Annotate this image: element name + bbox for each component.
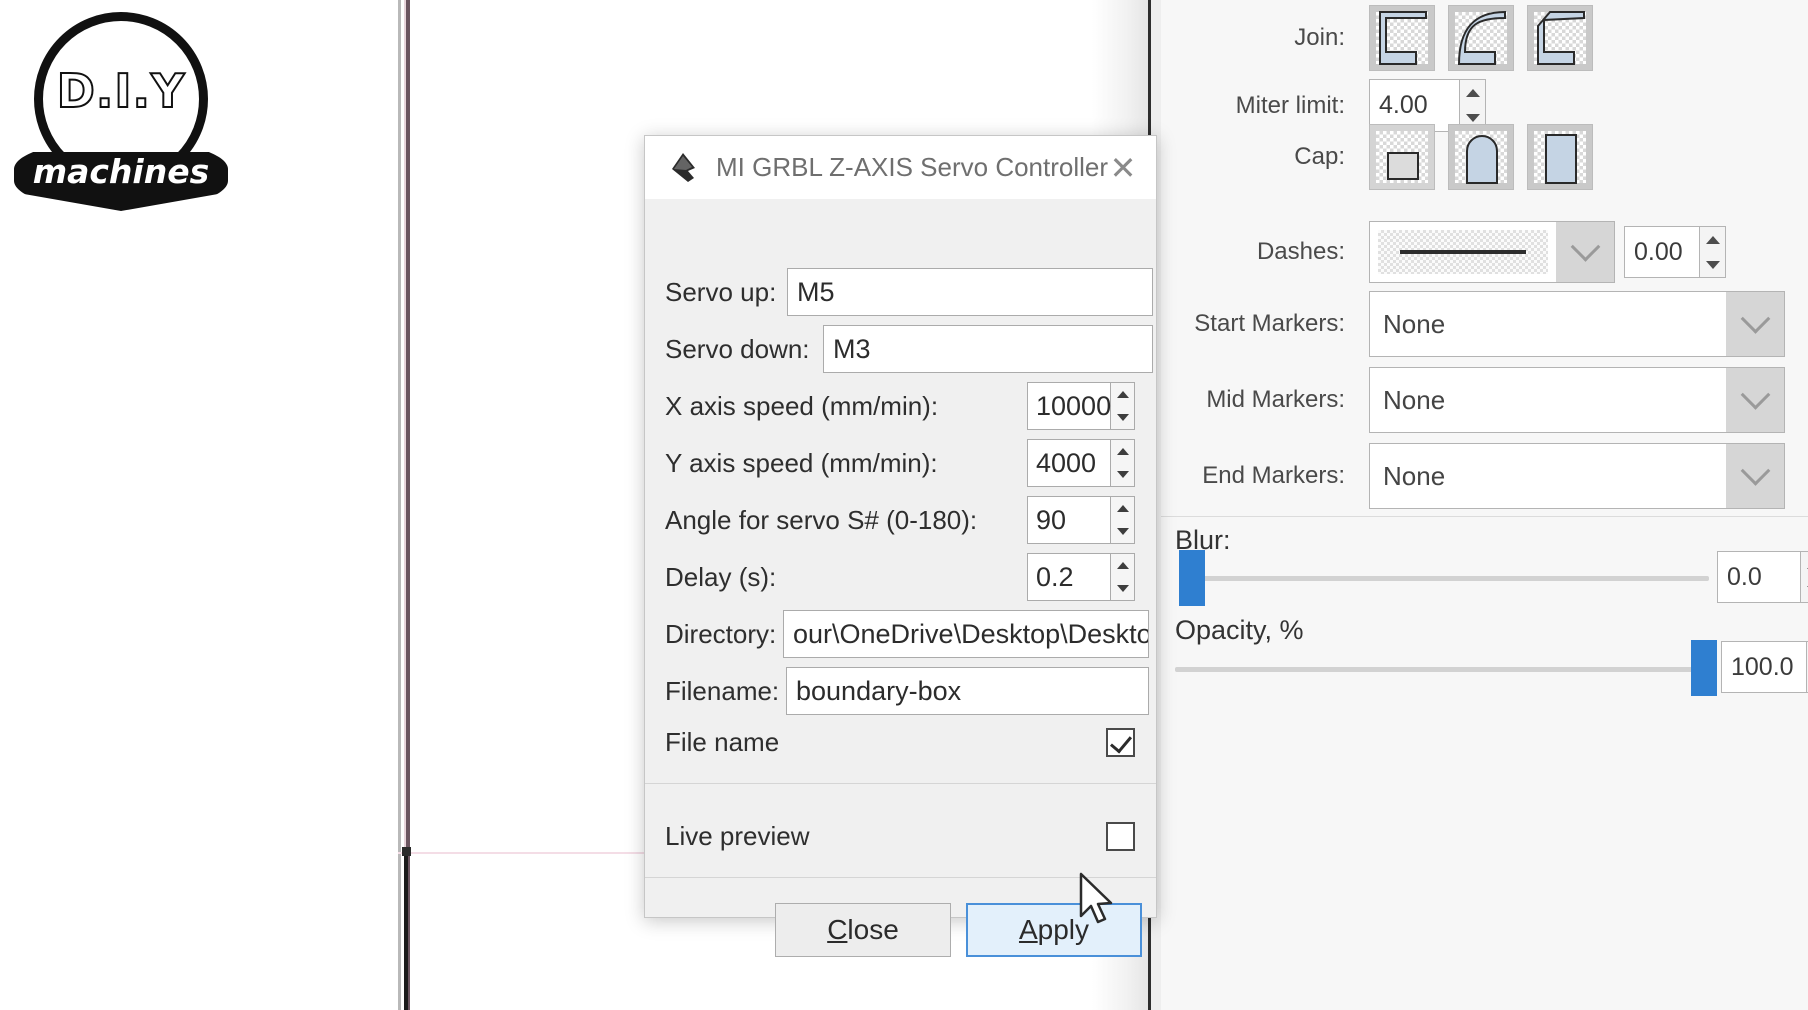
fill-and-stroke-panel: Join: Miter limit: 4.00 Cap: Dashes: 0.0…	[1161, 0, 1808, 1010]
end-markers-select[interactable]: None	[1369, 443, 1785, 509]
file-name-checkbox-label: File name	[665, 727, 780, 757]
start-markers-value: None	[1383, 308, 1446, 339]
file-name-checkbox-row[interactable]: File name	[665, 727, 1135, 758]
y-axis-speed-label: Y axis speed (mm/min):	[665, 447, 938, 478]
filename-label: Filename:	[665, 675, 780, 706]
apply-button-mnemonic: A	[1018, 914, 1038, 945]
start-markers-select[interactable]: None	[1369, 291, 1785, 357]
x-axis-speed-label: X axis speed (mm/min):	[665, 390, 939, 421]
canvas-selected-path[interactable]	[404, 848, 408, 1010]
delay-row: Delay (s): 0.2	[665, 553, 1135, 601]
dash-offset-input[interactable]: 0.00	[1624, 226, 1700, 278]
servo-up-input[interactable]: M5	[787, 268, 1153, 316]
x-axis-speed-input[interactable]: 10000	[1027, 382, 1111, 430]
diy-machines-logo: D.I.Y machines	[14, 6, 228, 221]
opacity-value-input[interactable]: 100.0	[1721, 641, 1807, 693]
join-row: Join:	[1161, 5, 1621, 71]
cap-row: Cap:	[1161, 124, 1606, 190]
filename-input[interactable]: boundary-box	[786, 667, 1149, 715]
join-label: Join:	[1294, 24, 1345, 51]
delay-label: Delay (s):	[665, 561, 777, 592]
chevron-down-icon	[1556, 222, 1614, 282]
delay-input[interactable]: 0.2	[1027, 553, 1111, 601]
opacity-slider-thumb[interactable]	[1691, 640, 1717, 696]
servo-angle-row: Angle for servo S# (0-180): 90	[665, 496, 1135, 544]
start-markers-label: Start Markers:	[1194, 310, 1345, 337]
chevron-down-icon	[1726, 444, 1784, 508]
dashes-label: Dashes:	[1256, 238, 1345, 265]
servo-angle-label: Angle for servo S# (0-180):	[665, 504, 978, 535]
servo-down-input[interactable]: M3	[823, 325, 1153, 373]
bevel-join-icon[interactable]	[1527, 5, 1593, 71]
y-axis-speed-input[interactable]: 4000	[1027, 439, 1111, 487]
end-markers-label: End Markers:	[1202, 462, 1345, 489]
dialog-titlebar[interactable]: MI GRBL Z-AXIS Servo Controller ✕	[645, 136, 1156, 199]
canvas-page-border	[398, 0, 401, 1010]
blur-value-input[interactable]: 0.0	[1717, 551, 1801, 603]
delay-stepper[interactable]	[1111, 553, 1135, 601]
mid-markers-select[interactable]: None	[1369, 367, 1785, 433]
blur-stepper[interactable]	[1801, 551, 1808, 603]
directory-label: Directory:	[665, 618, 777, 649]
blur-slider-track[interactable]	[1179, 576, 1709, 581]
dialog-title: MI GRBL Z-AXIS Servo Controller	[716, 152, 1109, 182]
directory-input[interactable]: our\OneDrive\Desktop\Desktop	[783, 610, 1149, 658]
end-markers-row: End Markers: None	[1161, 443, 1785, 509]
dialog-separator-1	[645, 783, 1156, 784]
servo-up-row: Servo up: M5	[665, 268, 1153, 316]
directory-row: Directory: our\OneDrive\Desktop\Desktop	[665, 610, 1149, 658]
live-preview-checkbox[interactable]	[1106, 822, 1135, 851]
panel-separator	[1161, 516, 1808, 517]
round-join-icon[interactable]	[1448, 5, 1514, 71]
miter-join-icon[interactable]	[1369, 5, 1435, 71]
inkscape-icon	[666, 151, 700, 185]
cap-label: Cap:	[1294, 143, 1345, 170]
file-name-checkbox[interactable]	[1106, 728, 1135, 757]
canvas-node-handle[interactable]	[402, 847, 411, 856]
close-icon[interactable]: ✕	[1090, 136, 1156, 199]
start-markers-row: Start Markers: None	[1161, 291, 1785, 357]
close-button-label-rest: lose	[847, 914, 899, 945]
x-axis-speed-stepper[interactable]	[1111, 382, 1135, 430]
opacity-label: Opacity, %	[1175, 615, 1304, 645]
butt-cap-icon[interactable]	[1369, 124, 1435, 190]
close-button[interactable]: Close	[775, 903, 951, 957]
live-preview-checkbox-row[interactable]: Live preview	[665, 821, 1135, 852]
dash-offset-stepper[interactable]	[1700, 226, 1726, 278]
round-cap-icon[interactable]	[1448, 124, 1514, 190]
dashes-row: Dashes: 0.00	[1161, 221, 1726, 283]
chevron-down-icon	[1726, 368, 1784, 432]
opacity-slider-track[interactable]	[1175, 667, 1709, 672]
mid-markers-row: Mid Markers: None	[1161, 367, 1785, 433]
y-axis-speed-row: Y axis speed (mm/min): 4000	[665, 439, 1135, 487]
servo-down-label: Servo down:	[665, 333, 810, 364]
servo-up-label: Servo up:	[665, 276, 777, 307]
square-cap-icon[interactable]	[1527, 124, 1593, 190]
y-axis-speed-stepper[interactable]	[1111, 439, 1135, 487]
live-preview-checkbox-label: Live preview	[665, 821, 810, 851]
dialog-body: Servo up: M5 Servo down: M3 X axis speed…	[645, 199, 1156, 957]
x-axis-speed-row: X axis speed (mm/min): 10000	[665, 382, 1135, 430]
servo-angle-input[interactable]: 90	[1027, 496, 1111, 544]
mouse-cursor	[1079, 872, 1113, 924]
servo-down-row: Servo down: M3	[665, 325, 1153, 373]
servo-angle-stepper[interactable]	[1111, 496, 1135, 544]
chevron-down-icon	[1726, 292, 1784, 356]
logo-banner-text: machines	[32, 152, 210, 191]
miter-limit-label: Miter limit:	[1235, 91, 1345, 119]
filename-row: Filename: boundary-box	[665, 667, 1149, 715]
mid-markers-value: None	[1383, 384, 1446, 415]
logo-diy-text: D.I.Y	[56, 63, 186, 119]
dash-pattern-select[interactable]	[1369, 221, 1615, 283]
servo-controller-dialog: MI GRBL Z-AXIS Servo Controller ✕ Servo …	[644, 135, 1157, 957]
close-button-mnemonic: C	[827, 914, 848, 945]
end-markers-value: None	[1383, 460, 1446, 491]
blur-slider-thumb[interactable]	[1179, 550, 1205, 606]
screen: D.I.Y machines Join: Miter limit: 4.00 C…	[0, 0, 1808, 1010]
mid-markers-label: Mid Markers:	[1206, 386, 1345, 413]
